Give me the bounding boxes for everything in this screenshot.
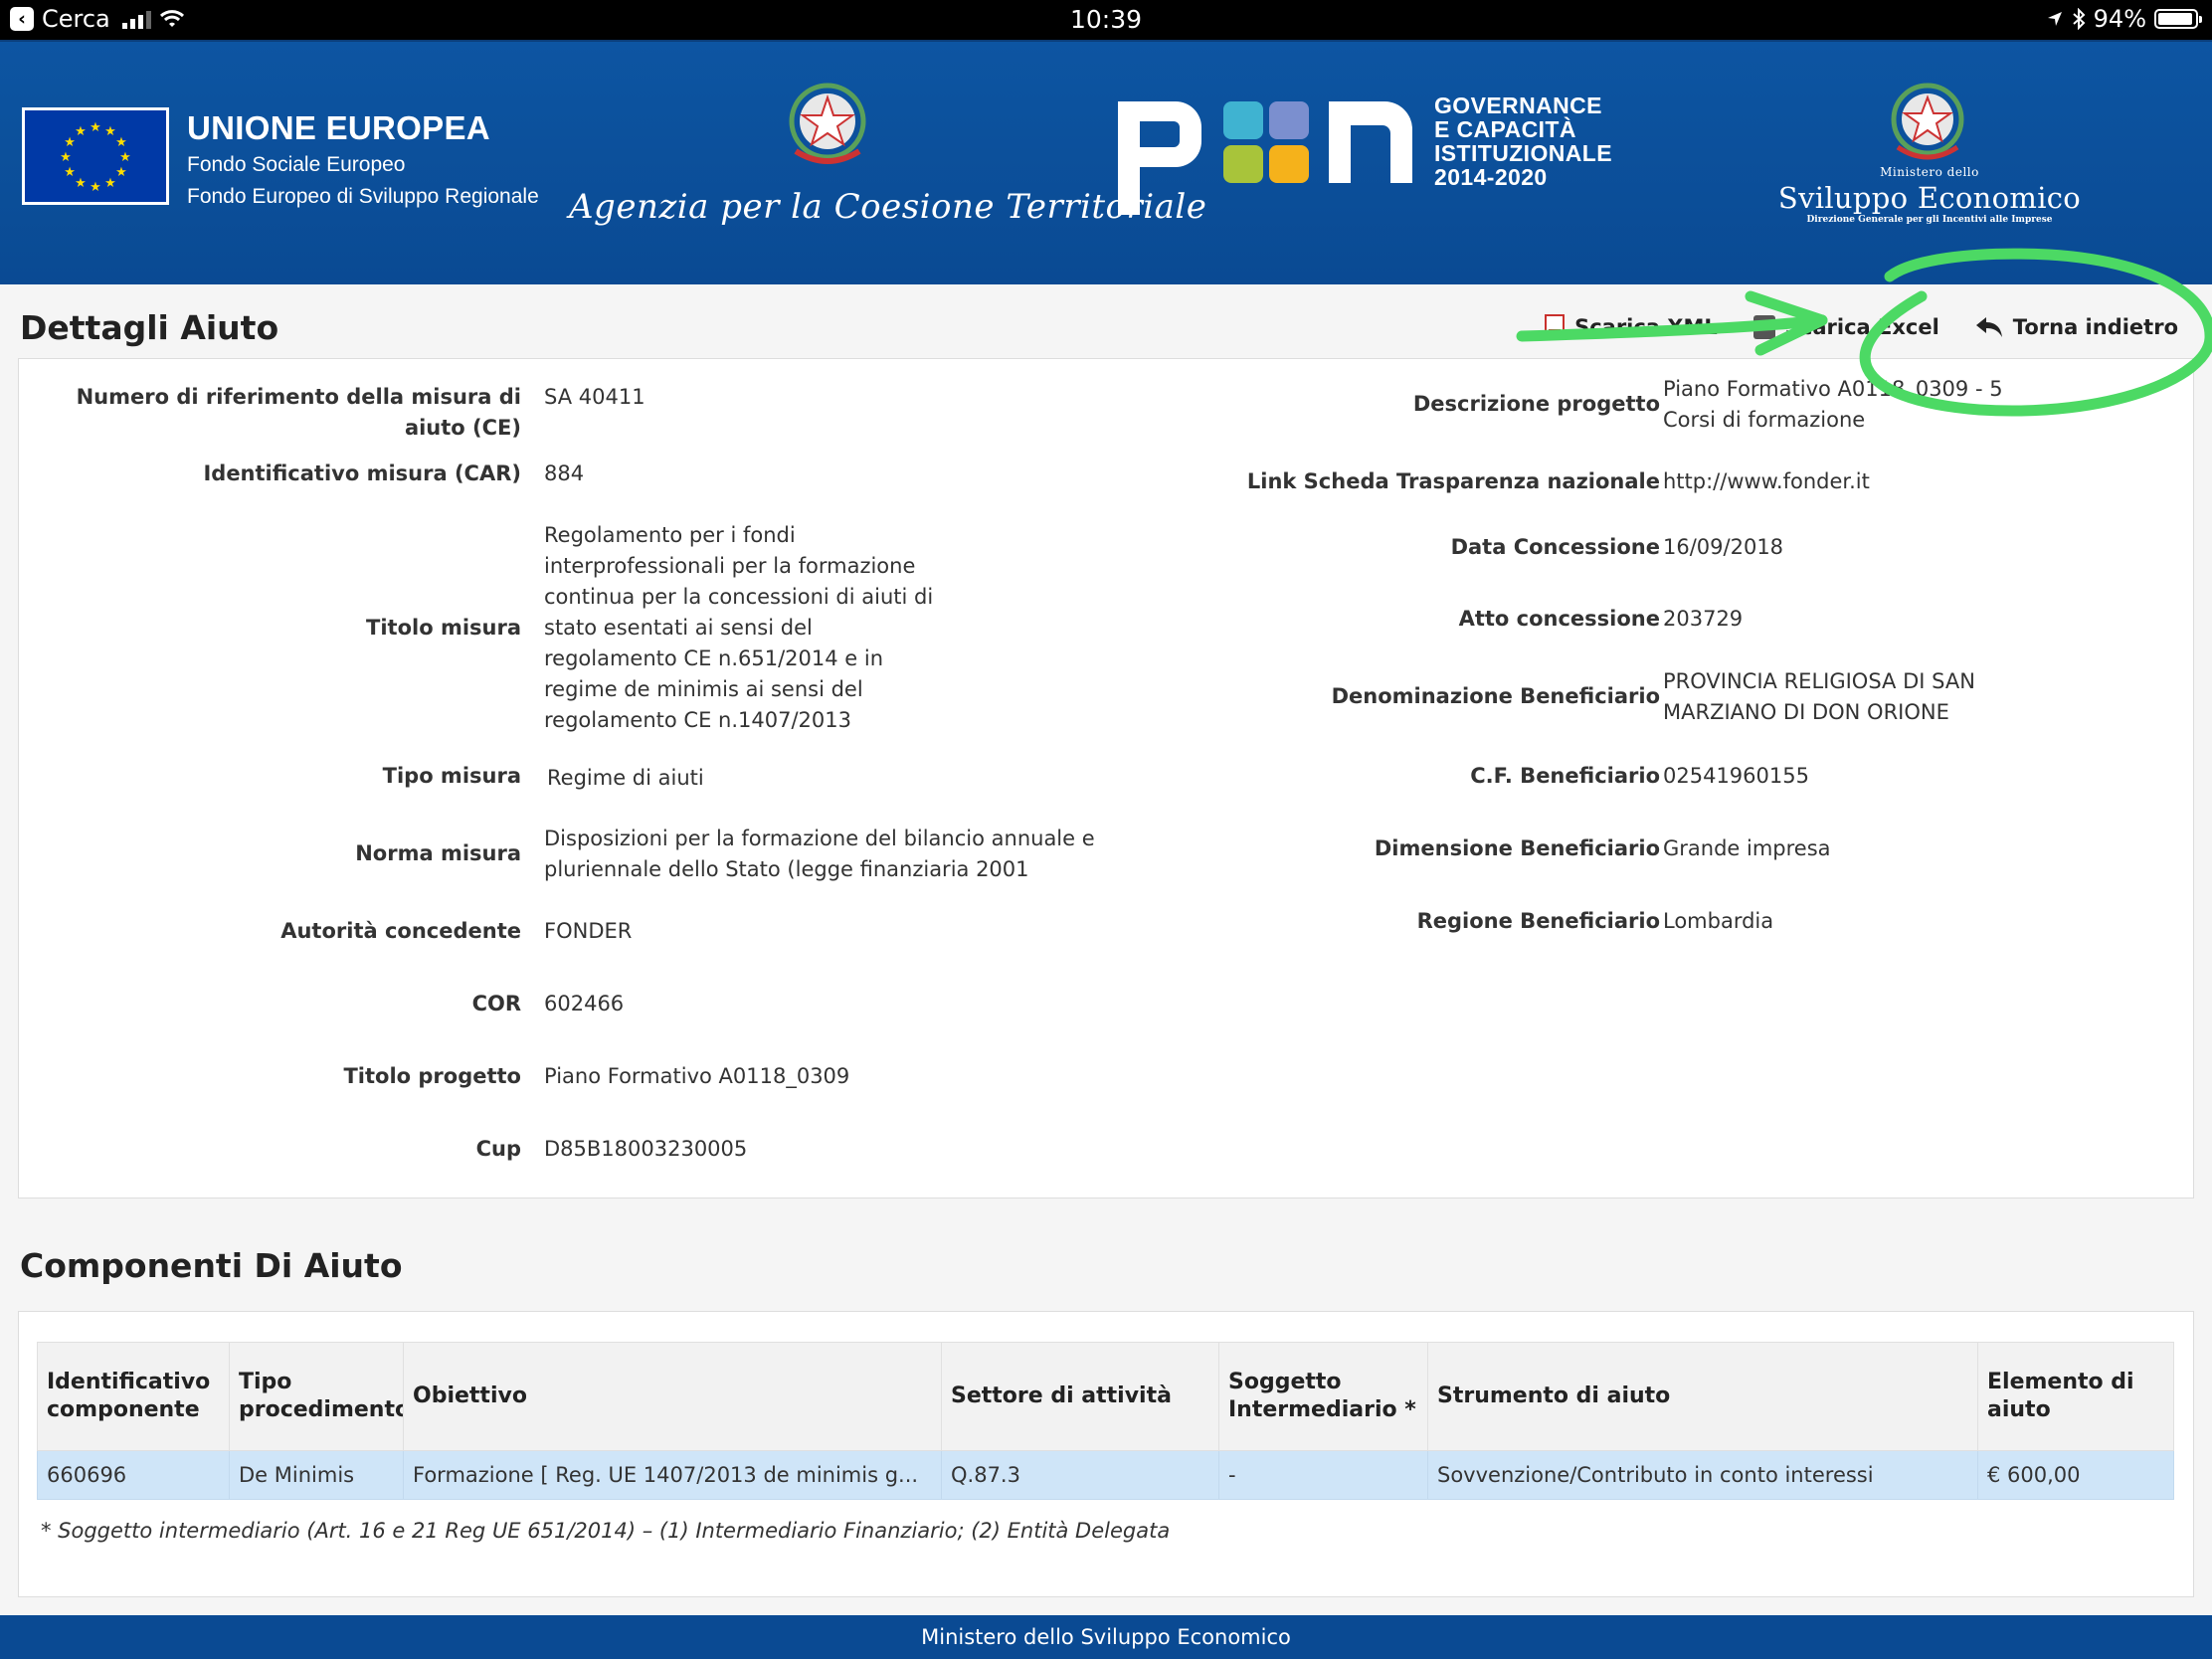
eu-flag-logo: ★ ★ ★ ★ ★ ★ ★ ★ ★ ★ ★ ★ [22,107,169,205]
file-icon [1545,314,1566,340]
eu-star-icon: ★ [104,176,116,191]
table-cell: 660696 [37,1450,230,1500]
italian-republic-emblem-icon [789,83,866,164]
table-cell: Q.87.3 [941,1450,1219,1500]
column-header[interactable]: Settore di attività [941,1342,1219,1451]
field-value-link-trasparenza[interactable]: http://www.fonder.it [1663,466,2160,497]
pon-line-4: 2014-2020 [1434,164,1548,190]
agency-name: Agenzia per la Coesione Territoriale [569,187,1207,227]
download-xml-button[interactable]: Scarica XML [1545,314,1718,340]
pon-line-3: ISTITUZIONALE [1434,140,1612,166]
eu-star-icon: ★ [60,150,72,165]
field-value-atto: 203729 [1663,607,1744,631]
eu-star-icon: ★ [115,135,127,150]
eu-star-icon: ★ [90,120,101,135]
pon-line-2: E CAPACITÀ [1434,116,1576,142]
eu-title: UNIONE EUROPEA [187,109,490,146]
field-label-norma-misura: Norma misura [355,841,521,865]
eu-star-icon: ★ [64,165,76,180]
field-value-cf: 02541960155 [1663,764,1809,788]
status-bar: ‹ Cerca 10:39 94% [0,0,2212,40]
table-row[interactable]: 660696 De Minimis Formazione [ Reg. UE 1… [37,1450,2174,1500]
eu-star-icon: ★ [104,124,116,139]
field-value-data-concessione: 16/09/2018 [1663,535,1784,559]
field-value-dimensione: Grande impresa [1663,836,1831,860]
eu-star-icon: ★ [75,176,87,191]
field-label-tipo-misura: Tipo misura [382,764,521,788]
ministry-name: Sviluppo Economico [1777,181,2082,215]
pon-line-1: GOVERNANCE [1434,92,1602,118]
table-cell: Sovvenzione/Contributo in conto interess… [1427,1450,1978,1500]
components-panel: Identificativo componente Tipo procedime… [18,1311,2194,1597]
column-header[interactable]: Strumento di aiuto [1427,1342,1978,1451]
field-label-car: Identificativo misura (CAR) [203,461,521,485]
table-footnote: * Soggetto intermediario (Art. 16 e 21 R… [41,1519,1171,1543]
field-label-autorita: Autorità concedente [280,919,521,943]
reply-arrow-icon [1975,317,2002,337]
action-bar: Scarica XML Scarica Excel Torna indietro [1545,314,2178,340]
field-value-denominazione: PROVINCIA RELIGIOSA DI SAN MARZIANO DI D… [1663,669,1975,724]
table-cell: - [1218,1450,1428,1500]
eu-star-icon: ★ [64,135,76,150]
components-title: Componenti Di Aiuto [20,1246,403,1285]
page-title: Dettagli Aiuto [20,308,279,347]
field-label-dimensione: Dimensione Beneficiario [1374,836,1660,860]
field-label-denominazione: Denominazione Beneficiario [1331,684,1660,708]
table-cell: Formazione [ Reg. UE 1407/2013 de minimi… [403,1450,942,1500]
table-header-row: Identificativo componente Tipo procedime… [37,1342,2174,1451]
field-label-titolo-misura: Titolo misura [366,616,521,640]
eu-star-icon: ★ [119,150,131,165]
spreadsheet-icon [1752,315,1775,339]
field-label-cf: C.F. Beneficiario [1470,764,1660,788]
field-label-cup: Cup [475,1137,521,1161]
field-value-regione: Lombardia [1663,909,1774,933]
table-cell: € 600,00 [1977,1450,2174,1500]
details-panel: Numero di riferimento della misura di ai… [18,358,2194,1198]
eu-subtitle-2: Fondo Europeo di Sviluppo Regionale [187,185,539,208]
field-label-ref-number: Numero di riferimento della misura di ai… [76,385,521,440]
header-banner: ★ ★ ★ ★ ★ ★ ★ ★ ★ ★ ★ ★ UNIONE EUROPEA Fondo Social… [0,40,2212,284]
battery-icon [2154,9,2202,29]
column-header[interactable]: Identificativo componente [37,1342,230,1451]
battery-percent: 94% [2093,5,2146,33]
eu-text-block: UNIONE EUROPEA Fondo Sociale Europeo Fon… [187,109,539,211]
eu-star-icon: ★ [75,124,87,139]
field-label-data-concessione: Data Concessione [1450,535,1660,559]
field-label-regione: Regione Beneficiario [1416,909,1660,933]
ministry-prefix: Ministero dello [1880,165,1979,179]
column-header[interactable]: Tipo procedimento [229,1342,404,1451]
field-value-titolo-misura: Regolamento per i fondi interprofessiona… [544,523,934,732]
eu-star-icon: ★ [90,180,101,195]
ministry-subtitle: Direzione Generale per gli Incentivi all… [1806,215,2053,225]
download-xml-label: Scarica XML [1574,315,1718,339]
column-header[interactable]: Elemento di aiuto [1977,1342,2174,1451]
clock: 10:39 [1069,5,1143,34]
field-value-cup: D85B18003230005 [544,1137,748,1161]
field-label-cor: COR [471,992,521,1015]
field-label-link-trasparenza: Link Scheda Trasparenza nazionale [1246,469,1660,493]
back-label: Torna indietro [2012,315,2178,339]
page-footer: Ministero dello Sviluppo Economico [0,1615,2212,1659]
field-value-cor: 602466 [544,992,625,1015]
table-cell: De Minimis [229,1450,404,1500]
pon-logo [1118,101,1412,215]
field-label-descrizione: Descrizione progetto [1412,392,1660,416]
column-header[interactable]: Obiettivo [403,1342,942,1451]
download-excel-button[interactable]: Scarica Excel [1752,315,1939,339]
field-value-titolo-progetto: Piano Formativo A0118_0309 [544,1064,850,1088]
pon-program-text: GOVERNANCE E CAPACITÀ ISTITUZIONALE 2014… [1434,93,1612,189]
column-header[interactable]: Soggetto Intermediario * [1218,1342,1428,1451]
field-label-atto: Atto concessione [1458,607,1660,631]
components-table: Identificativo componente Tipo procedime… [37,1342,2174,1500]
back-button[interactable]: Torna indietro [1975,315,2178,339]
bluetooth-icon [2072,8,2086,30]
eu-subtitle-1: Fondo Sociale Europeo [187,153,406,176]
download-excel-label: Scarica Excel [1784,315,1939,339]
ministry-emblem-icon [1891,83,1964,160]
location-arrow-icon [2047,12,2062,26]
field-value-descrizione: Piano Formativo A0118_0309 - 5 Corsi di … [1663,377,2003,432]
field-label-titolo-progetto: Titolo progetto [343,1064,521,1088]
eu-star-icon: ★ [115,165,127,180]
